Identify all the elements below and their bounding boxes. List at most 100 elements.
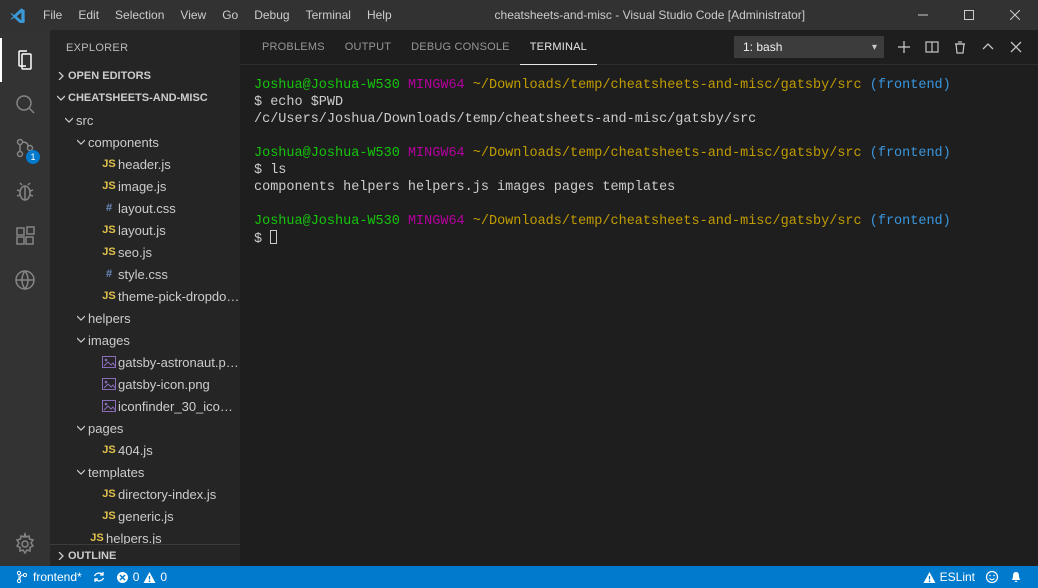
- menu-go[interactable]: Go: [214, 0, 246, 30]
- menu-selection[interactable]: Selection: [107, 0, 172, 30]
- status-branch[interactable]: frontend*: [10, 566, 87, 588]
- activity-remote[interactable]: [0, 258, 50, 302]
- error-icon: [116, 571, 129, 584]
- status-feedback[interactable]: [980, 566, 1004, 588]
- tree-file[interactable]: gatsby-icon.png: [50, 373, 240, 395]
- menu-edit[interactable]: Edit: [70, 0, 107, 30]
- activity-search[interactable]: [0, 82, 50, 126]
- smiley-icon: [985, 570, 999, 584]
- image-icon: [100, 356, 118, 368]
- tree-file[interactable]: JSlayout.js: [50, 219, 240, 241]
- workbench: 1 EXPLORER OPEN EDITORS CHEATSHEETS: [0, 30, 1038, 566]
- tree-file[interactable]: JSimage.js: [50, 175, 240, 197]
- tree-file[interactable]: #style.css: [50, 263, 240, 285]
- tree-folder[interactable]: images: [50, 329, 240, 351]
- tree-folder[interactable]: helpers: [50, 307, 240, 329]
- tree-file[interactable]: gatsby-astronaut.png: [50, 351, 240, 373]
- tree-file[interactable]: JSheader.js: [50, 153, 240, 175]
- menu-terminal[interactable]: Terminal: [298, 0, 359, 30]
- js-icon: JS: [100, 158, 118, 170]
- title-bar: FileEditSelectionViewGoDebugTerminalHelp…: [0, 0, 1038, 30]
- close-button[interactable]: [992, 0, 1038, 30]
- status-eslint[interactable]: ESLint: [918, 566, 980, 588]
- outline-section[interactable]: OUTLINE: [50, 544, 240, 566]
- tree-label: directory-index.js: [118, 487, 216, 502]
- tree-file[interactable]: iconfinder_30_icons…: [50, 395, 240, 417]
- tab-output[interactable]: OUTPUT: [335, 30, 401, 65]
- tree-label: image.js: [118, 179, 166, 194]
- tree-file[interactable]: JS404.js: [50, 439, 240, 461]
- tree-file[interactable]: JSseo.js: [50, 241, 240, 263]
- maximize-panel-button[interactable]: [980, 39, 996, 55]
- chevron-down-icon: [54, 94, 68, 102]
- activity-settings[interactable]: [0, 522, 50, 566]
- menu-file[interactable]: File: [35, 0, 70, 30]
- js-icon: JS: [100, 444, 118, 456]
- tree-folder[interactable]: templates: [50, 461, 240, 483]
- tree-file[interactable]: JShelpers.js: [50, 527, 240, 544]
- activity-debug[interactable]: [0, 170, 50, 214]
- tab-terminal[interactable]: TERMINAL: [520, 30, 597, 65]
- terminal-cursor: [270, 230, 277, 244]
- image-icon: [100, 400, 118, 412]
- vscode-logo-icon: [0, 7, 35, 23]
- maximize-button[interactable]: [946, 0, 992, 30]
- tree-file[interactable]: JSdirectory-index.js: [50, 483, 240, 505]
- activity-bar: 1: [0, 30, 50, 566]
- menu-bar: FileEditSelectionViewGoDebugTerminalHelp: [35, 0, 400, 30]
- terminal-content[interactable]: Joshua@Joshua-W530 MINGW64 ~/Downloads/t…: [240, 65, 1038, 566]
- tree-file[interactable]: JStheme-pick-dropdo…: [50, 285, 240, 307]
- status-bar: frontend* 0 0 ESLint: [0, 566, 1038, 588]
- panel-actions: [884, 39, 1038, 55]
- terminal-selector[interactable]: 1: bash: [734, 36, 884, 58]
- tree-folder[interactable]: pages: [50, 417, 240, 439]
- bell-icon: [1009, 570, 1023, 584]
- js-icon: JS: [100, 290, 118, 302]
- close-panel-button[interactable]: [1008, 39, 1024, 55]
- chevron-down-icon: [62, 116, 76, 124]
- menu-view[interactable]: View: [172, 0, 214, 30]
- menu-help[interactable]: Help: [359, 0, 400, 30]
- activity-explorer[interactable]: [0, 38, 50, 82]
- split-terminal-button[interactable]: [924, 39, 940, 55]
- tree-label: helpers.js: [106, 531, 162, 545]
- tree-label: gatsby-icon.png: [118, 377, 210, 392]
- tree-label: style.css: [118, 267, 168, 282]
- tree-label: pages: [88, 421, 123, 436]
- minimize-button[interactable]: [900, 0, 946, 30]
- open-editors-section[interactable]: OPEN EDITORS: [50, 65, 240, 87]
- branch-icon: [15, 570, 29, 584]
- tree-folder[interactable]: src: [50, 109, 240, 131]
- tree-file[interactable]: #layout.css: [50, 197, 240, 219]
- status-notifications[interactable]: [1004, 566, 1028, 588]
- css-icon: #: [100, 202, 118, 214]
- chevron-down-icon: [74, 138, 88, 146]
- sidebar: EXPLORER OPEN EDITORS CHEATSHEETS-AND-MI…: [50, 30, 240, 566]
- warning-icon: [143, 571, 156, 584]
- tree-label: theme-pick-dropdo…: [118, 289, 239, 304]
- project-section[interactable]: CHEATSHEETS-AND-MISC: [50, 87, 240, 109]
- activity-scm[interactable]: 1: [0, 126, 50, 170]
- tree-label: src: [76, 113, 93, 128]
- tree-label: templates: [88, 465, 144, 480]
- tree-label: components: [88, 135, 159, 150]
- js-icon: JS: [88, 532, 106, 544]
- tab-debug-console[interactable]: DEBUG CONSOLE: [401, 30, 520, 65]
- js-icon: JS: [100, 224, 118, 236]
- status-sync[interactable]: [87, 566, 111, 588]
- tree-label: layout.js: [118, 223, 166, 238]
- tree-label: layout.css: [118, 201, 176, 216]
- tree-label: seo.js: [118, 245, 152, 260]
- warning-icon: [923, 571, 936, 584]
- kill-terminal-button[interactable]: [952, 39, 968, 55]
- tree-file[interactable]: JSgeneric.js: [50, 505, 240, 527]
- file-tree: srccomponentsJSheader.jsJSimage.js#layou…: [50, 109, 240, 544]
- tree-label: generic.js: [118, 509, 174, 524]
- tree-folder[interactable]: components: [50, 131, 240, 153]
- activity-extensions[interactable]: [0, 214, 50, 258]
- status-problems[interactable]: 0 0: [111, 566, 172, 588]
- menu-debug[interactable]: Debug: [246, 0, 297, 30]
- tab-problems[interactable]: PROBLEMS: [252, 30, 335, 65]
- tree-label: iconfinder_30_icons…: [118, 399, 240, 414]
- new-terminal-button[interactable]: [896, 39, 912, 55]
